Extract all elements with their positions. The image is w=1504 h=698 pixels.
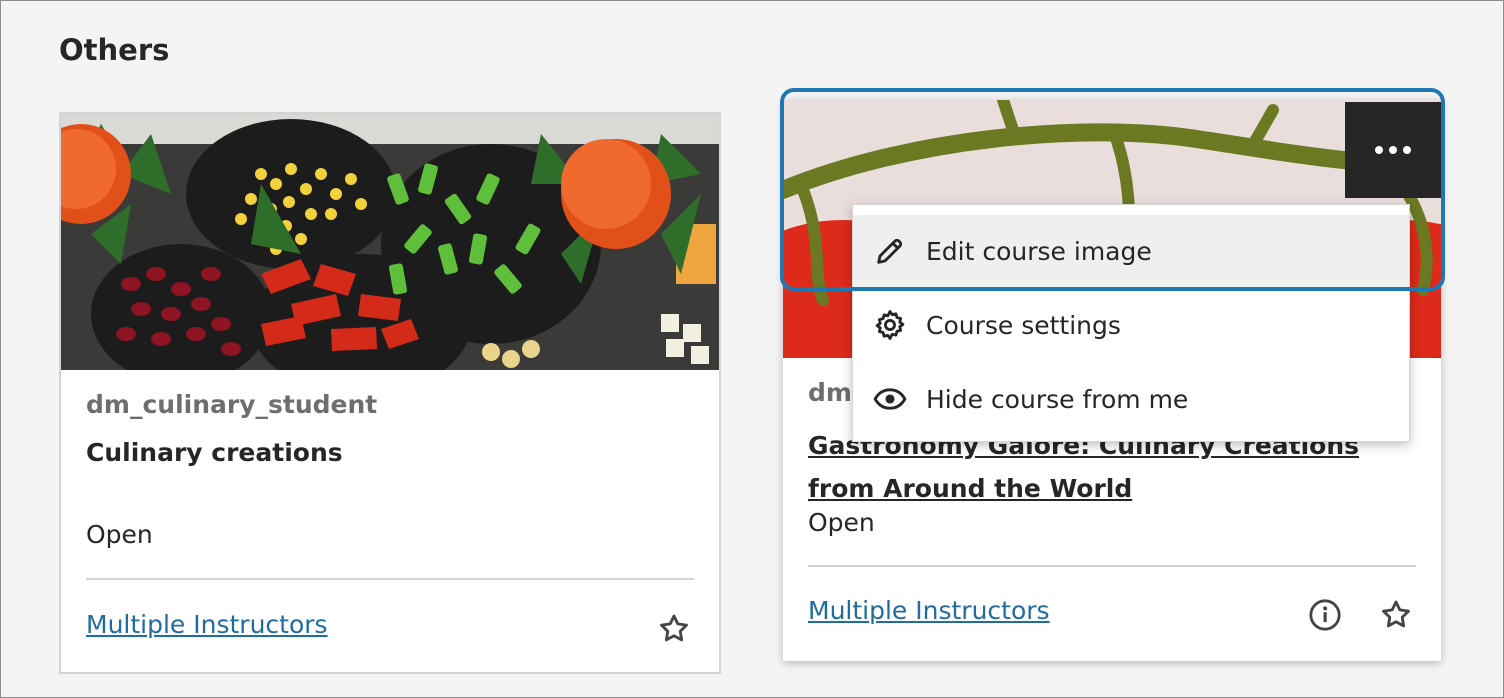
menu-item-label: Course settings <box>926 310 1121 340</box>
course-card-culinary-creations[interactable]: dm_culinary_student Culinary creations O… <box>59 112 721 674</box>
course-code: dm_culinary_student <box>86 390 378 419</box>
pencil-icon <box>877 238 903 264</box>
course-code: dm <box>808 378 852 407</box>
star-outline-icon[interactable] <box>657 612 691 646</box>
menu-item-label: Edit course image <box>926 236 1152 266</box>
instructors-link[interactable]: Multiple Instructors <box>808 596 1050 625</box>
menu-item-label: Hide course from me <box>926 384 1189 414</box>
instructors-link[interactable]: Multiple Instructors <box>86 610 328 639</box>
course-title: Culinary creations <box>86 438 343 467</box>
menu-item-hide-course[interactable]: Hide course from me <box>853 363 1409 435</box>
menu-item-course-settings[interactable]: Course settings <box>853 289 1409 361</box>
ellipsis-icon <box>1375 146 1383 154</box>
section-title: Others <box>59 33 170 67</box>
course-status: Open <box>86 520 153 549</box>
course-image <box>61 114 719 370</box>
course-options-menu: Edit course image Course settings Hide c… <box>852 204 1410 442</box>
gear-icon <box>875 310 905 340</box>
star-outline-icon[interactable] <box>1379 598 1413 632</box>
more-options-button[interactable] <box>1345 102 1441 198</box>
course-status: Open <box>808 508 875 537</box>
eye-icon <box>873 388 907 410</box>
card-divider <box>808 565 1416 567</box>
card-divider <box>86 578 694 580</box>
menu-item-edit-course-image[interactable]: Edit course image <box>853 215 1409 287</box>
info-icon[interactable] <box>1308 598 1342 632</box>
